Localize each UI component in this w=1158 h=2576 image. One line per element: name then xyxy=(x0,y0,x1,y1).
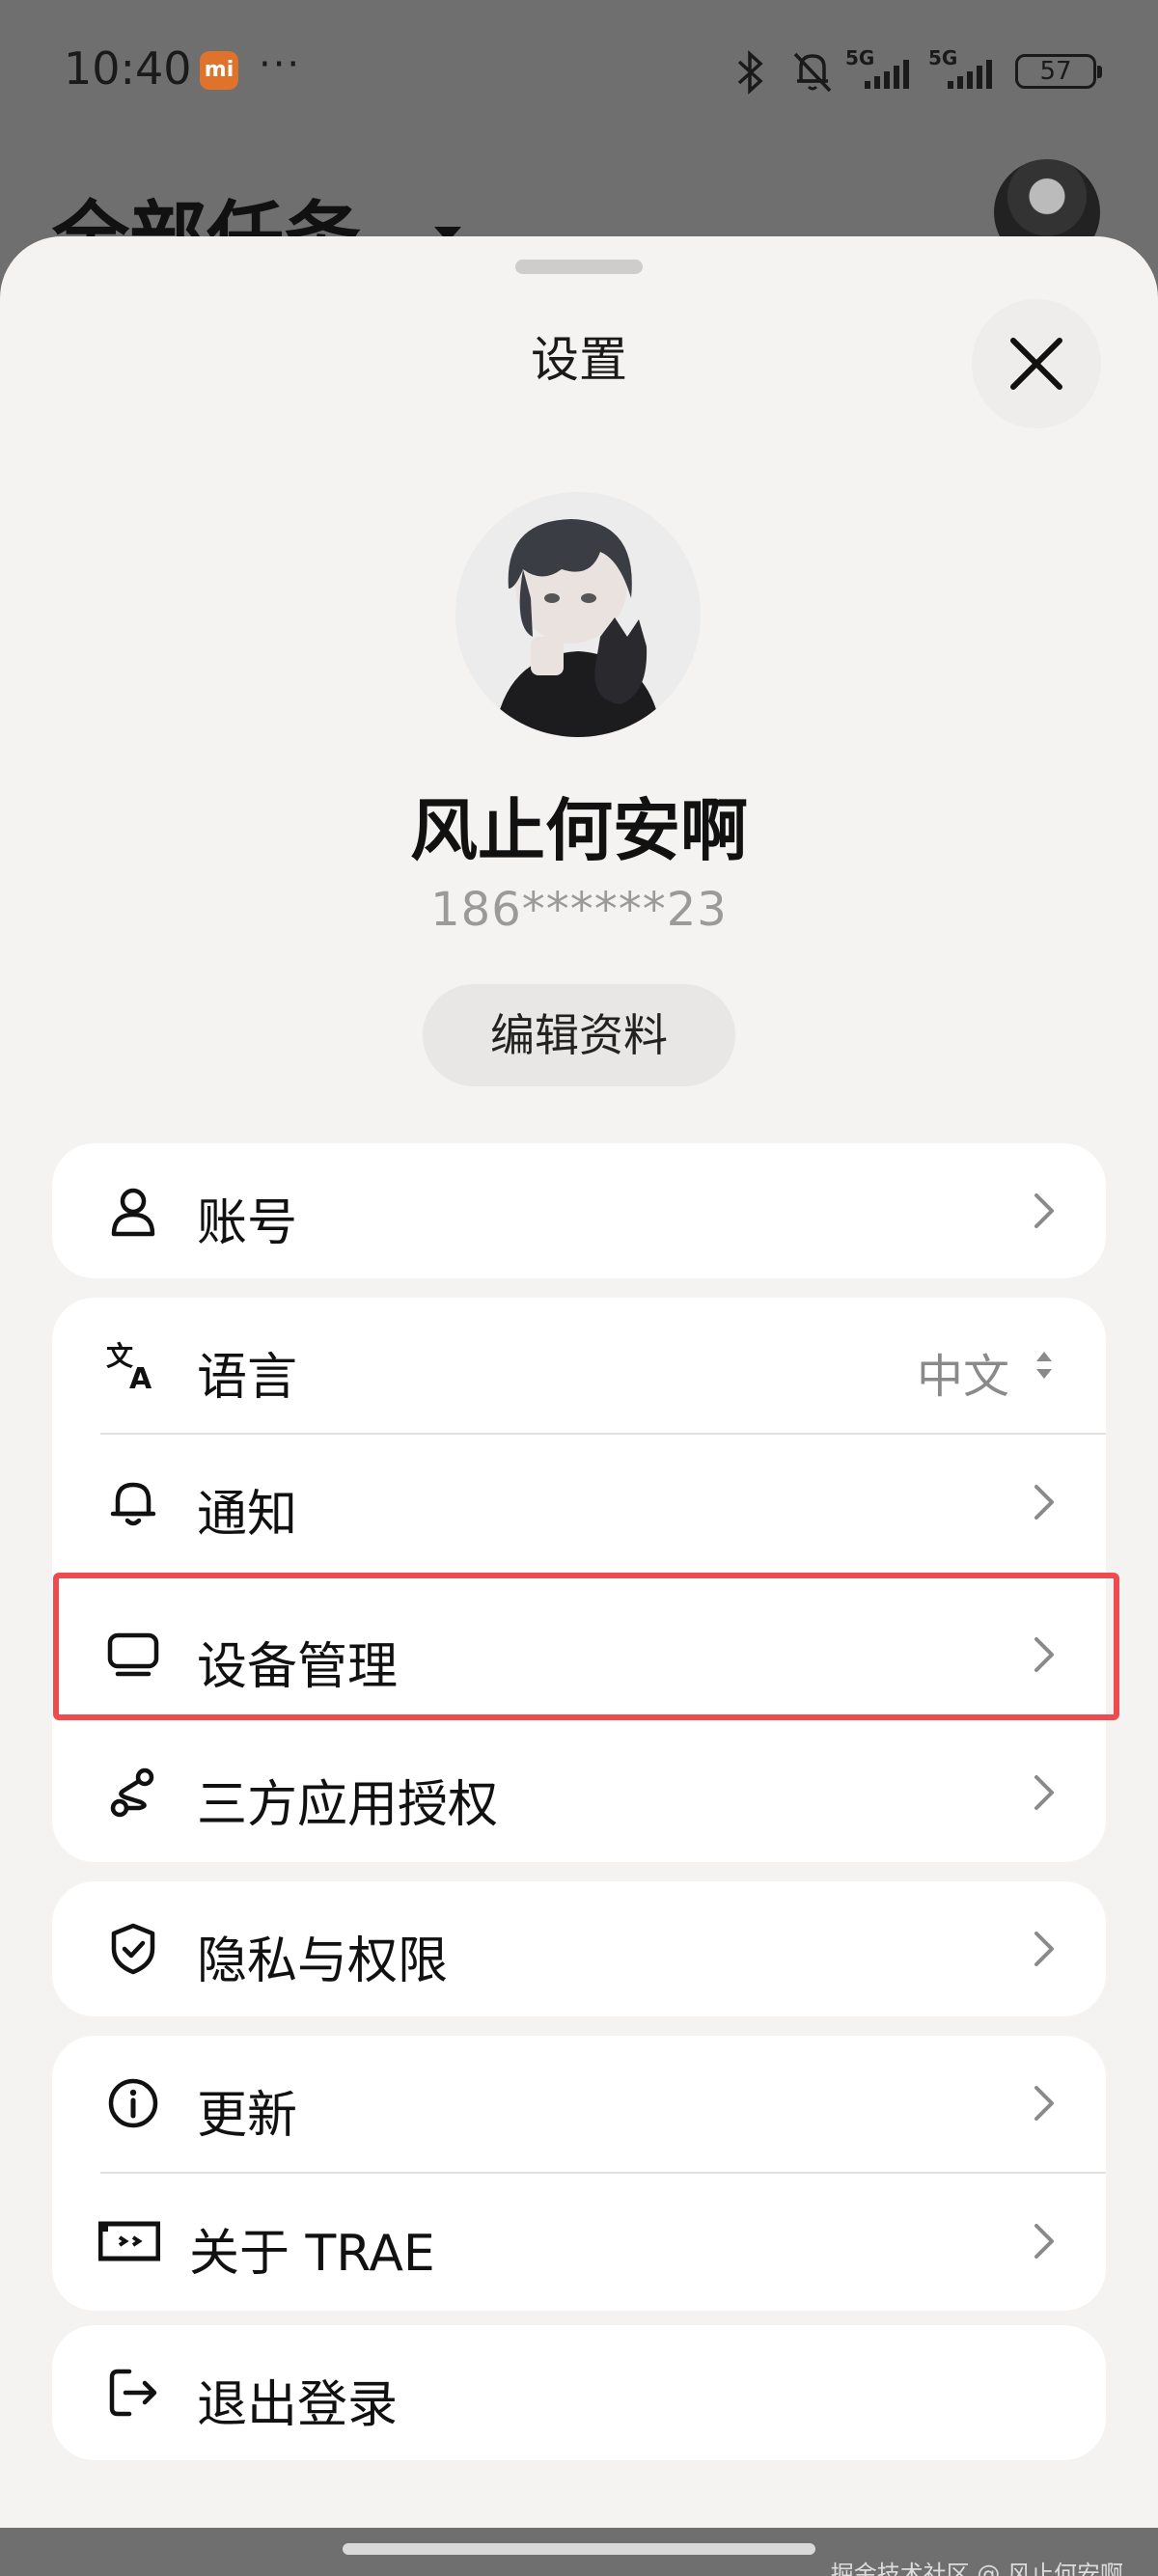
preferences-group: 文 A 语言 中文 通知 设备管理 三方应用授权 xyxy=(52,1298,1106,1862)
avatar[interactable] xyxy=(455,492,701,737)
row-third-party-auth[interactable]: 三方应用授权 xyxy=(52,1725,1106,1860)
svg-text:A: A xyxy=(129,1362,152,1392)
trae-logo-icon xyxy=(97,2214,161,2268)
signal-2-icon: 5G xyxy=(928,46,996,89)
monitor-icon xyxy=(106,1628,160,1682)
mute-bell-icon xyxy=(793,52,832,93)
row-label: 隐私与权限 xyxy=(197,1932,449,1990)
row-language[interactable]: 文 A 语言 中文 xyxy=(52,1298,1106,1433)
about-group: 更新 关于 TRAE xyxy=(52,2036,1106,2311)
mi-app-icon: mi xyxy=(200,51,238,90)
home-indicator[interactable] xyxy=(343,2543,815,2555)
status-time: 10:40 xyxy=(64,42,192,95)
bell-icon xyxy=(106,1475,160,1529)
close-icon xyxy=(1010,338,1062,390)
chevron-right-icon xyxy=(1034,1193,1054,1228)
row-logout[interactable]: 退出登录 xyxy=(52,2325,1106,2460)
edit-profile-button[interactable]: 编辑资料 xyxy=(423,984,735,1086)
row-account[interactable]: 账号 xyxy=(52,1143,1106,1278)
row-label: 账号 xyxy=(197,1194,298,1252)
row-label: 关于 TRAE xyxy=(189,2225,435,2283)
chevron-right-icon xyxy=(1034,1932,1054,1966)
signal-1-icon: 5G xyxy=(845,46,913,89)
chevron-right-icon xyxy=(1034,2086,1054,2121)
row-update[interactable]: 更新 xyxy=(52,2036,1106,2171)
row-label: 设备管理 xyxy=(197,1638,399,1696)
up-down-arrows-icon xyxy=(1036,1352,1052,1379)
more-notifications-icon: ··· xyxy=(259,42,302,87)
chevron-right-icon xyxy=(1034,1637,1054,1672)
account-group: 账号 xyxy=(52,1143,1106,1278)
row-label: 三方应用授权 xyxy=(197,1776,499,1834)
row-label: 更新 xyxy=(197,2087,298,2145)
bluetooth-icon xyxy=(737,50,763,95)
row-label: 语言 xyxy=(197,1349,298,1407)
close-button[interactable] xyxy=(972,299,1101,428)
user-phone: 186******23 xyxy=(430,883,728,937)
language-value: 中文 xyxy=(916,1350,1009,1404)
chevron-right-icon xyxy=(1034,1775,1054,1810)
settings-sheet: 设置 风止何安啊 186******23 编辑资料 账号 文 A 语言 中文 通… xyxy=(0,236,1158,2528)
row-label: 退出登录 xyxy=(197,2376,399,2434)
watermark: 掘金技术社区 @ 风止何安啊 xyxy=(830,2561,1123,2576)
info-icon xyxy=(106,2076,160,2130)
translate-icon: 文 A xyxy=(106,1338,160,1396)
shield-check-icon xyxy=(106,1922,160,1976)
logout-icon xyxy=(106,2366,160,2420)
row-privacy[interactable]: 隐私与权限 xyxy=(52,1881,1106,2016)
row-device-management[interactable]: 设备管理 xyxy=(52,1587,1106,1722)
share-nodes-icon xyxy=(106,1766,160,1820)
status-bar: 10:40 mi ··· 5G 5G 57 xyxy=(0,0,1158,145)
sheet-drag-handle[interactable] xyxy=(515,260,643,274)
logout-group: 退出登录 xyxy=(52,2325,1106,2460)
row-notifications[interactable]: 通知 xyxy=(52,1435,1106,1570)
row-about[interactable]: 关于 TRAE xyxy=(52,2174,1106,2309)
privacy-group: 隐私与权限 xyxy=(52,1881,1106,2016)
person-icon xyxy=(106,1184,160,1238)
chevron-right-icon xyxy=(1034,1485,1054,1520)
battery-icon: 57 xyxy=(1015,54,1102,89)
chevron-right-icon xyxy=(1034,2224,1054,2259)
user-name: 风止何安啊 xyxy=(410,791,748,870)
row-label: 通知 xyxy=(197,1486,298,1544)
